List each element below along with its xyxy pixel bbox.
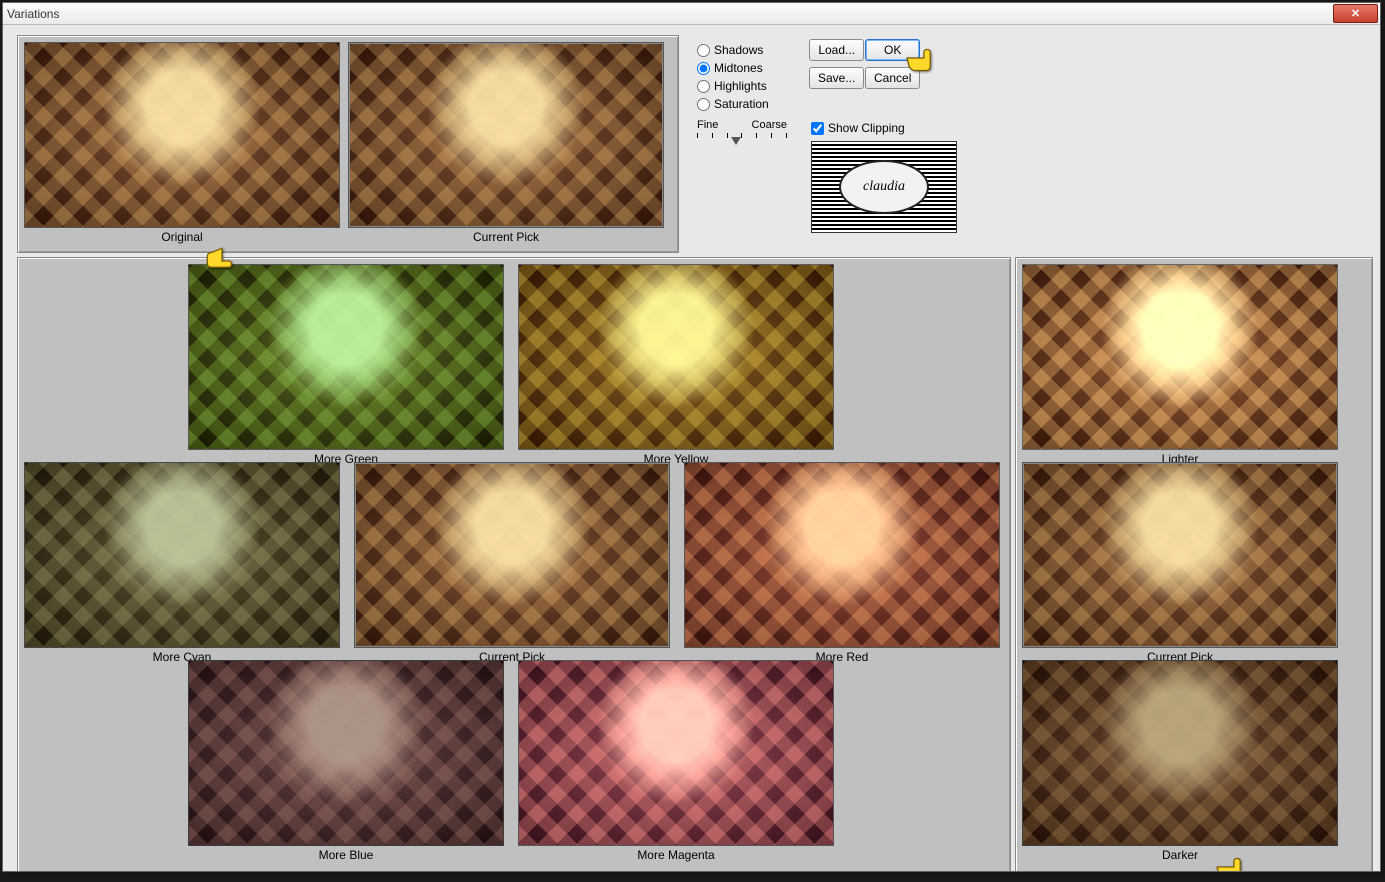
ok-button[interactable]: OK bbox=[865, 39, 920, 61]
radio-saturation[interactable]: Saturation bbox=[697, 95, 957, 113]
panel-brightness: Lighter Current Pick Darker bbox=[1015, 257, 1373, 871]
load-button[interactable]: Load... bbox=[809, 39, 864, 61]
thumb-current-pick-top[interactable] bbox=[348, 42, 664, 228]
thumb-lighter[interactable] bbox=[1022, 264, 1338, 450]
close-icon: ✕ bbox=[1351, 7, 1360, 20]
thumb-current-pick-brightness[interactable] bbox=[1022, 462, 1338, 648]
thumb-more-blue[interactable] bbox=[188, 660, 504, 846]
logo-oval: claudia bbox=[839, 160, 929, 214]
panel-color-variations: More Green More Yellow More Cyan Current… bbox=[17, 257, 1011, 871]
variations-dialog: Variations ✕ Original Current Pick Shado… bbox=[2, 2, 1381, 872]
show-clipping-input[interactable] bbox=[811, 122, 824, 135]
thumb-more-magenta[interactable] bbox=[518, 660, 834, 846]
cancel-button[interactable]: Cancel bbox=[865, 67, 920, 89]
thumb-more-red[interactable] bbox=[684, 462, 1000, 648]
fine-coarse-slider[interactable]: Fine Coarse bbox=[697, 119, 787, 138]
slider-thumb-icon[interactable] bbox=[731, 137, 741, 145]
thumb-more-green[interactable] bbox=[188, 264, 504, 450]
radio-highlights-input[interactable] bbox=[697, 80, 710, 93]
thumb-original[interactable] bbox=[24, 42, 340, 228]
author-logo: claudia bbox=[811, 141, 957, 233]
radio-midtones-input[interactable] bbox=[697, 62, 710, 75]
button-column-1: Load... Save... bbox=[809, 39, 864, 89]
label-current-pick-top: Current Pick bbox=[348, 230, 664, 244]
thumb-darker[interactable] bbox=[1022, 660, 1338, 846]
radio-saturation-input[interactable] bbox=[697, 98, 710, 111]
label-more-magenta: More Magenta bbox=[518, 848, 834, 862]
thumb-current-pick-center[interactable] bbox=[354, 462, 670, 648]
radio-shadows-input[interactable] bbox=[697, 44, 710, 57]
thumb-more-cyan[interactable] bbox=[24, 462, 340, 648]
panel-original-current: Original Current Pick bbox=[17, 35, 679, 253]
show-clipping-checkbox[interactable]: Show Clipping bbox=[811, 119, 905, 137]
titlebar: Variations ✕ bbox=[3, 3, 1380, 25]
label-darker: Darker bbox=[1022, 848, 1338, 862]
thumb-more-yellow[interactable] bbox=[518, 264, 834, 450]
close-button[interactable]: ✕ bbox=[1333, 4, 1378, 23]
save-button[interactable]: Save... bbox=[809, 67, 864, 89]
label-original: Original bbox=[24, 230, 340, 244]
button-column-2: OK Cancel bbox=[865, 39, 920, 89]
label-more-blue: More Blue bbox=[188, 848, 504, 862]
window-title: Variations bbox=[7, 7, 59, 21]
dialog-body: Original Current Pick Shadows Midtones H… bbox=[3, 25, 1380, 871]
